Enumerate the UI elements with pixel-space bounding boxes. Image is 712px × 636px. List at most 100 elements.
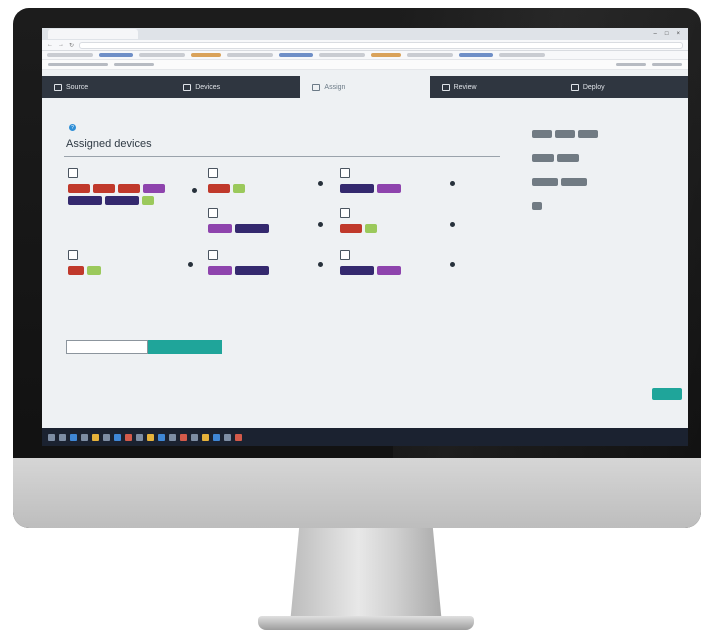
- filter-chip[interactable]: [532, 154, 554, 162]
- service-chip[interactable]: [68, 196, 102, 205]
- monitor-chin: [13, 458, 701, 528]
- minimize-icon[interactable]: –: [654, 31, 657, 37]
- service-chip[interactable]: [143, 184, 165, 193]
- taskbar-app-icon[interactable]: [114, 433, 121, 441]
- service-chip[interactable]: [208, 266, 232, 275]
- service-chip[interactable]: [340, 266, 374, 275]
- forward-icon[interactable]: →: [58, 42, 64, 48]
- taskbar-app-icon[interactable]: [191, 433, 198, 441]
- bookmark-item[interactable]: [407, 53, 453, 57]
- review-icon: [441, 83, 450, 91]
- back-icon[interactable]: ←: [47, 42, 53, 48]
- service-chip[interactable]: [235, 266, 269, 275]
- filter-chip[interactable]: [578, 130, 598, 138]
- filter-chip[interactable]: [557, 154, 579, 162]
- filter-chip[interactable]: [532, 130, 552, 138]
- start-icon[interactable]: [48, 433, 55, 441]
- device-card[interactable]: [68, 250, 82, 260]
- device-card[interactable]: [340, 208, 354, 218]
- maximize-icon[interactable]: □: [665, 31, 669, 37]
- info-link[interactable]: [652, 63, 682, 66]
- taskbar-app-icon[interactable]: [125, 433, 132, 441]
- info-text: [48, 63, 108, 66]
- service-chip[interactable]: [68, 266, 84, 275]
- taskbar-app-icon[interactable]: [158, 433, 165, 441]
- corner-action-button[interactable]: [652, 388, 682, 400]
- service-chip[interactable]: [68, 184, 90, 193]
- device-card[interactable]: [68, 168, 82, 178]
- filter-chip[interactable]: [555, 130, 575, 138]
- device-card[interactable]: [208, 250, 222, 260]
- taskbar-app-icon[interactable]: [70, 433, 77, 441]
- taskbar-app-icon[interactable]: [81, 433, 88, 441]
- device-card[interactable]: [340, 250, 354, 260]
- bookmark-item[interactable]: [47, 53, 93, 57]
- tab-devices[interactable]: Devices: [171, 76, 300, 98]
- device-card[interactable]: [340, 168, 354, 178]
- service-chip[interactable]: [233, 184, 245, 193]
- taskbar-app-icon[interactable]: [103, 433, 110, 441]
- app-nav: Source Devices Assign Review Deploy: [42, 76, 688, 98]
- taskbar-app-icon[interactable]: [224, 433, 231, 441]
- service-chip[interactable]: [377, 184, 401, 193]
- device-icon: [340, 250, 350, 260]
- device-icon: [340, 208, 350, 218]
- device-card[interactable]: [208, 208, 222, 218]
- tab-label: Source: [66, 83, 89, 91]
- bookmark-item[interactable]: [499, 53, 545, 57]
- device-chips: [68, 266, 148, 275]
- device-chips: [208, 224, 288, 233]
- screen: – □ × ← → ↻ Source Devices Assign Review…: [42, 28, 688, 446]
- taskbar-app-icon[interactable]: [169, 433, 176, 441]
- bookmark-item[interactable]: [279, 53, 313, 57]
- taskbar-app-icon[interactable]: [147, 433, 154, 441]
- taskbar-app-icon[interactable]: [59, 433, 66, 441]
- taskbar-app-icon[interactable]: [213, 433, 220, 441]
- taskbar-app-icon[interactable]: [180, 433, 187, 441]
- service-chip[interactable]: [208, 224, 232, 233]
- help-icon[interactable]: ?: [69, 124, 76, 131]
- bookmark-item[interactable]: [99, 53, 133, 57]
- url-input[interactable]: [79, 41, 683, 49]
- browser-tab[interactable]: [48, 29, 138, 39]
- reload-icon[interactable]: ↻: [69, 42, 74, 49]
- service-chip[interactable]: [142, 196, 154, 205]
- bookmark-item[interactable]: [459, 53, 493, 57]
- info-text: [114, 63, 154, 66]
- service-chip[interactable]: [365, 224, 377, 233]
- service-chip[interactable]: [93, 184, 115, 193]
- service-chip[interactable]: [105, 196, 139, 205]
- service-chip[interactable]: [340, 184, 374, 193]
- filter-chip[interactable]: [532, 202, 542, 210]
- window-controls: – □ ×: [654, 31, 688, 37]
- tab-source[interactable]: Source: [42, 76, 171, 98]
- service-chip[interactable]: [118, 184, 140, 193]
- tab-assign[interactable]: Assign: [300, 76, 430, 98]
- device-card[interactable]: [208, 168, 222, 178]
- taskbar-app-icon[interactable]: [92, 433, 99, 441]
- link-dot: [192, 188, 197, 193]
- info-link[interactable]: [616, 63, 646, 66]
- service-chip[interactable]: [87, 266, 101, 275]
- filter-chip[interactable]: [532, 178, 558, 186]
- bookmark-item[interactable]: [191, 53, 221, 57]
- primary-button[interactable]: [148, 340, 222, 354]
- bookmark-item[interactable]: [319, 53, 365, 57]
- service-chip[interactable]: [377, 266, 401, 275]
- service-chip[interactable]: [208, 184, 230, 193]
- bookmark-item[interactable]: [139, 53, 185, 57]
- assign-icon: [312, 83, 321, 91]
- bookmark-item[interactable]: [227, 53, 273, 57]
- bookmark-item[interactable]: [371, 53, 401, 57]
- taskbar-app-icon[interactable]: [202, 433, 209, 441]
- secondary-button[interactable]: [66, 340, 148, 354]
- taskbar-app-icon[interactable]: [235, 433, 242, 441]
- service-chip[interactable]: [235, 224, 269, 233]
- link-dot: [318, 181, 323, 186]
- tab-review[interactable]: Review: [430, 76, 559, 98]
- taskbar-app-icon[interactable]: [136, 433, 143, 441]
- close-icon[interactable]: ×: [676, 31, 680, 37]
- service-chip[interactable]: [340, 224, 362, 233]
- tab-deploy[interactable]: Deploy: [559, 76, 688, 98]
- filter-chip[interactable]: [561, 178, 587, 186]
